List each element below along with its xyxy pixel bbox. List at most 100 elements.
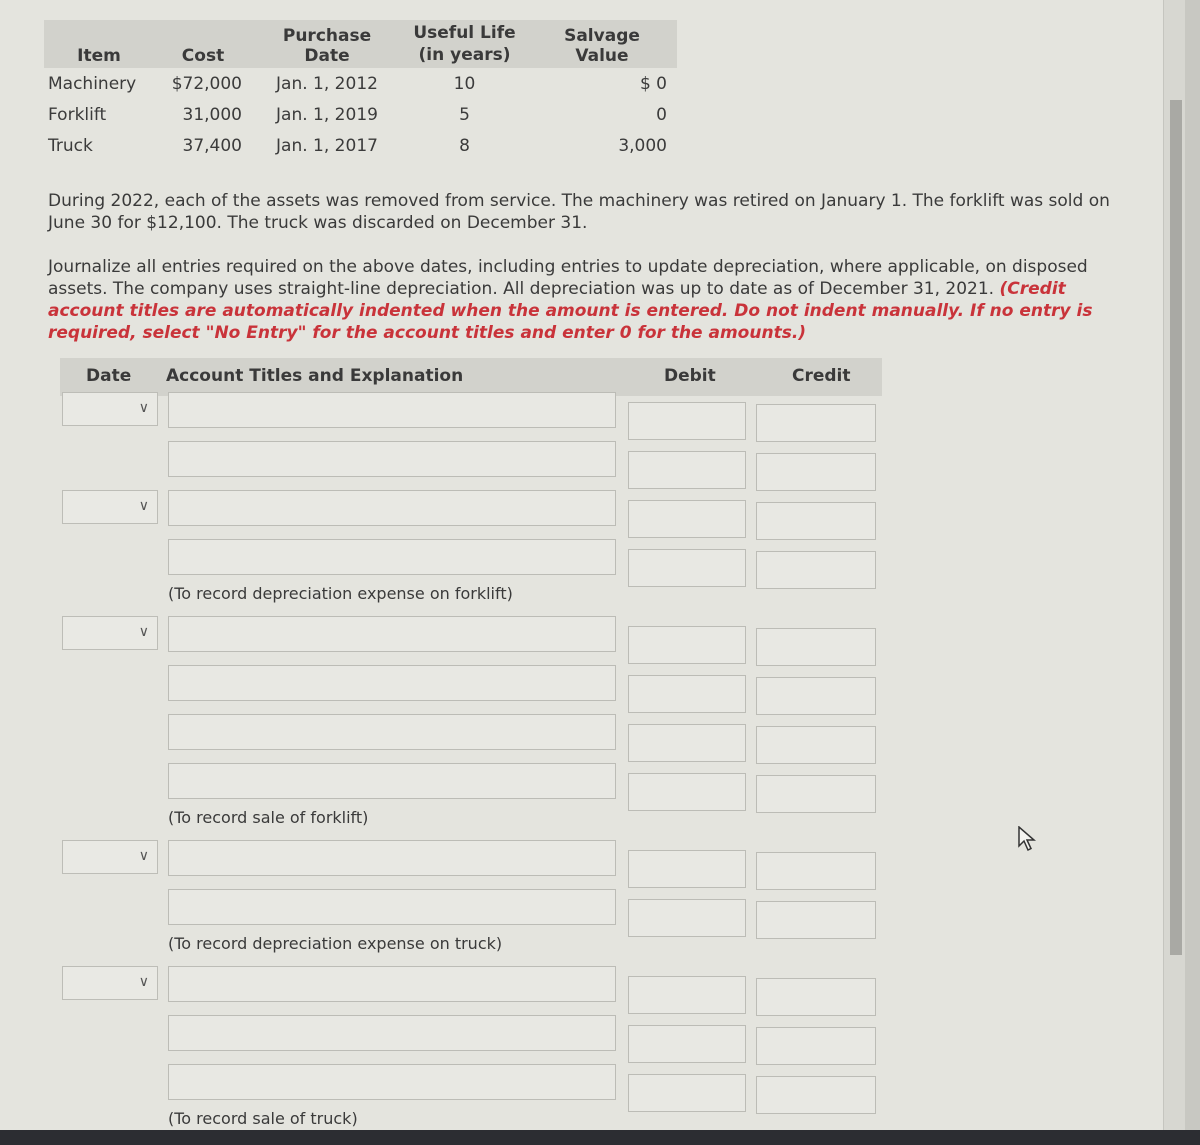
cell-salvage-value: 0 — [656, 104, 667, 125]
credit-input[interactable] — [756, 502, 876, 540]
journal-line: ∨ — [0, 392, 1200, 442]
journal-line — [0, 539, 1200, 589]
debit-input[interactable] — [628, 724, 746, 762]
instruction-text: Journalize all entries required on the a… — [48, 256, 1108, 344]
journal-header-credit: Credit — [792, 366, 851, 386]
header-useful-life-line1: Useful Life — [413, 23, 516, 43]
cell-cost: 31,000 — [182, 104, 242, 125]
table-row: Machinery $72,000 Jan. 1, 2012 10 $ 0 — [44, 68, 677, 99]
credit-input[interactable] — [756, 404, 876, 442]
date-select[interactable]: ∨ — [62, 392, 158, 426]
vertical-scrollbar[interactable] — [1163, 0, 1186, 1130]
debit-input[interactable] — [628, 626, 746, 664]
header-useful-life: Useful Life (in years) — [402, 20, 527, 68]
account-title-input[interactable] — [168, 840, 616, 876]
journal-line — [0, 1015, 1200, 1065]
journal-line — [0, 1064, 1200, 1114]
credit-input[interactable] — [756, 551, 876, 589]
date-select[interactable]: ∨ — [62, 490, 158, 524]
journal-line — [0, 665, 1200, 715]
journal-line — [0, 889, 1200, 939]
header-item: Item — [44, 20, 154, 68]
debit-input[interactable] — [628, 675, 746, 713]
entry-explanation: (To record sale of forklift) — [168, 808, 369, 827]
debit-input[interactable] — [628, 1025, 746, 1063]
debit-input[interactable] — [628, 899, 746, 937]
homework-page: Item Cost Purchase Date Useful Life (in … — [0, 0, 1165, 1130]
entry-explanation: (To record depreciation expense on forkl… — [168, 584, 513, 603]
credit-input[interactable] — [756, 852, 876, 890]
account-title-input[interactable] — [168, 490, 616, 526]
credit-input[interactable] — [756, 453, 876, 491]
debit-input[interactable] — [628, 773, 746, 811]
account-title-input[interactable] — [168, 441, 616, 477]
credit-input[interactable] — [756, 677, 876, 715]
account-title-input[interactable] — [168, 665, 616, 701]
scenario-text: During 2022, each of the assets was remo… — [48, 191, 1110, 233]
credit-input[interactable] — [756, 726, 876, 764]
debit-input[interactable] — [628, 1074, 746, 1112]
date-select[interactable]: ∨ — [62, 616, 158, 650]
debit-input[interactable] — [628, 402, 746, 440]
cell-item: Machinery — [48, 73, 137, 94]
mouse-pointer-icon — [1018, 825, 1037, 856]
debit-input[interactable] — [628, 976, 746, 1014]
chevron-down-icon[interactable]: ∨ — [139, 624, 149, 640]
credit-input[interactable] — [756, 978, 876, 1016]
account-title-input[interactable] — [168, 392, 616, 428]
cell-useful-life: 5 — [459, 104, 470, 125]
credit-input[interactable] — [756, 901, 876, 939]
account-title-input[interactable] — [168, 889, 616, 925]
debit-input[interactable] — [628, 549, 746, 587]
monitor-bezel — [0, 1130, 1200, 1145]
entry-explanation: (To record sale of truck) — [168, 1109, 358, 1128]
cell-useful-life: 10 — [453, 73, 476, 94]
debit-input[interactable] — [628, 500, 746, 538]
chevron-down-icon[interactable]: ∨ — [139, 974, 149, 990]
chevron-down-icon[interactable]: ∨ — [139, 400, 149, 416]
credit-input[interactable] — [756, 1076, 876, 1114]
asset-table: Item Cost Purchase Date Useful Life (in … — [44, 20, 677, 161]
account-title-input[interactable] — [168, 539, 616, 575]
table-row: Truck 37,400 Jan. 1, 2017 8 3,000 — [44, 130, 677, 161]
debit-input[interactable] — [628, 451, 746, 489]
cell-cost: $72,000 — [171, 73, 242, 94]
debit-input[interactable] — [628, 850, 746, 888]
account-title-input[interactable] — [168, 1015, 616, 1051]
journal-header-account: Account Titles and Explanation — [166, 366, 464, 386]
cell-purchase-date: Jan. 1, 2012 — [276, 73, 378, 94]
account-title-input[interactable] — [168, 616, 616, 652]
cell-useful-life: 8 — [459, 135, 470, 156]
account-title-input[interactable] — [168, 966, 616, 1002]
chevron-down-icon[interactable]: ∨ — [139, 498, 149, 514]
journal-line: ∨ — [0, 966, 1200, 1016]
journal-line: ∨ — [0, 490, 1200, 540]
instruction-main: Journalize all entries required on the a… — [48, 257, 1088, 299]
screen-edge — [1185, 0, 1200, 1130]
credit-input[interactable] — [756, 775, 876, 813]
cell-item: Truck — [48, 135, 93, 156]
entry-explanation: (To record depreciation expense on truck… — [168, 934, 503, 953]
cell-salvage-value: $ 0 — [639, 73, 667, 94]
cell-purchase-date: Jan. 1, 2017 — [276, 135, 378, 156]
date-select[interactable]: ∨ — [62, 840, 158, 874]
header-purchase-date: Purchase Date — [252, 20, 402, 68]
account-title-input[interactable] — [168, 1064, 616, 1100]
journal-line: ∨ — [0, 616, 1200, 666]
credit-input[interactable] — [756, 628, 876, 666]
account-title-input[interactable] — [168, 714, 616, 750]
date-select[interactable]: ∨ — [62, 966, 158, 1000]
journal-header-debit: Debit — [664, 366, 716, 386]
journal-line — [0, 714, 1200, 764]
credit-input[interactable] — [756, 1027, 876, 1065]
header-useful-life-line2: (in years) — [418, 45, 511, 65]
account-title-input[interactable] — [168, 763, 616, 799]
cell-salvage-value: 3,000 — [618, 135, 667, 156]
scrollbar-thumb[interactable] — [1170, 100, 1182, 955]
table-row: Forklift 31,000 Jan. 1, 2019 5 0 — [44, 99, 677, 130]
header-cost: Cost — [154, 20, 252, 68]
header-salvage-value: Salvage Value — [527, 20, 677, 68]
journal-line — [0, 441, 1200, 491]
cell-item: Forklift — [48, 104, 107, 125]
chevron-down-icon[interactable]: ∨ — [139, 848, 149, 864]
